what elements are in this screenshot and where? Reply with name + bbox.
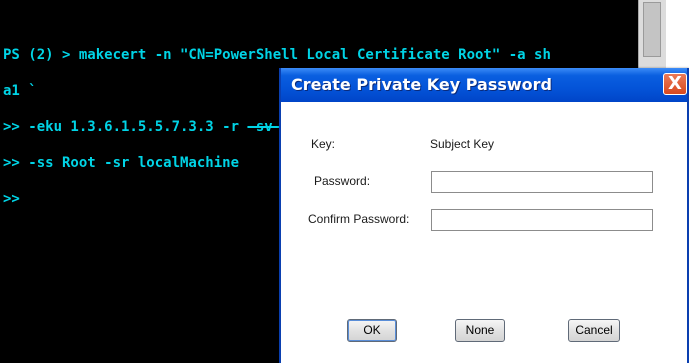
cancel-button[interactable]: Cancel: [568, 319, 620, 342]
scrollbar-thumb[interactable]: [643, 2, 661, 57]
close-button[interactable]: X: [663, 73, 687, 95]
password-field[interactable]: [431, 171, 653, 193]
console-line: PS (2) > makecert -n "CN=PowerShell Loca…: [3, 47, 551, 63]
console-line-segment: >> -eku 1.3.6.1.5.5.7.3.3 -r: [3, 119, 248, 135]
key-value: Subject Key: [430, 137, 495, 151]
dialog-title: Create Private Key Password: [291, 75, 552, 94]
confirm-password-field[interactable]: [431, 209, 653, 231]
password-label: Password:: [314, 174, 371, 188]
dialog-titlebar[interactable]: Create Private Key Password X: [281, 68, 687, 102]
create-private-key-password-dialog: Create Private Key Password X Key: Subje…: [279, 68, 689, 363]
none-button[interactable]: None: [455, 319, 505, 342]
confirm-password-label: Confirm Password:: [308, 212, 410, 226]
ok-button[interactable]: OK: [347, 319, 397, 342]
key-label: Key:: [311, 137, 336, 151]
